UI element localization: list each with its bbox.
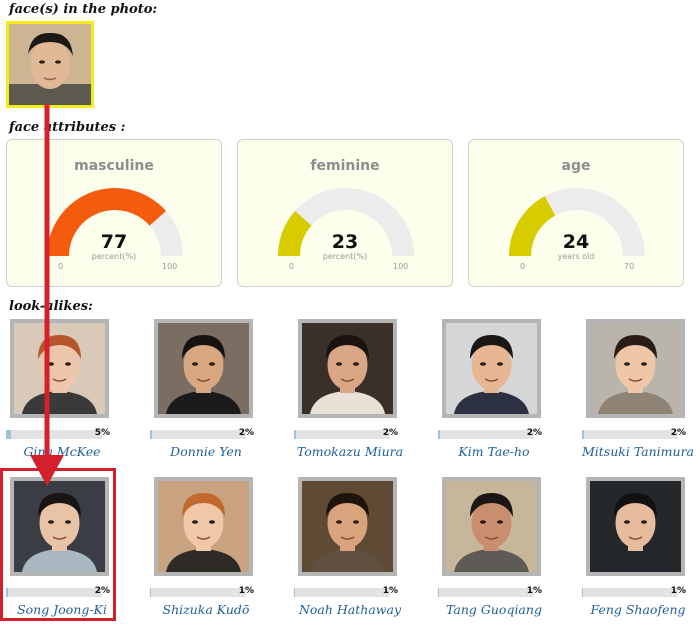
face-photo-icon (158, 323, 249, 414)
similarity-bar-fill (294, 430, 296, 439)
lookalike-card[interactable]: 2% Tomokazu Miura (288, 319, 428, 469)
gauge-unit: years old (557, 252, 595, 261)
lookalike-card[interactable]: 1% Feng Shaofeng (576, 477, 700, 627)
face-photo-icon (302, 323, 393, 414)
faces-in-photo-heading: face(s) in the photo: (9, 2, 158, 17)
lookalike-name-link[interactable]: Gina McKee (0, 444, 132, 459)
face-photo-icon (14, 323, 105, 414)
similarity-bar-fill (294, 588, 296, 597)
similarity-percent: 5% (94, 428, 110, 438)
lookalike-photo[interactable] (442, 319, 541, 418)
face-photo-icon (302, 481, 393, 572)
lookalike-name-link[interactable]: Kim Tae-ho (424, 444, 564, 459)
gauge-max: 70 (624, 262, 635, 271)
lookalike-name-link[interactable]: Tomokazu Miura (280, 444, 420, 459)
gauge-min: 0 (520, 262, 526, 271)
similarity-percent: 2% (526, 428, 542, 438)
lookalike-photo[interactable] (154, 319, 253, 418)
face-attributes-heading: face attributes : (9, 120, 126, 135)
match-highlight-box (0, 468, 116, 621)
face-photo-icon (590, 481, 681, 572)
similarity-percent: 2% (382, 428, 398, 438)
gauge-unit: percent(%) (91, 252, 137, 261)
similarity-bar-fill (438, 430, 440, 439)
look-alikes-heading: look-alikes: (9, 299, 93, 314)
lookalike-card[interactable]: 1% Noah Hathaway (288, 477, 428, 627)
gauge-value: 23 (331, 231, 359, 253)
similarity-percent: 2% (670, 428, 686, 438)
similarity-percent: 1% (382, 586, 398, 596)
similarity-bar-fill (582, 430, 584, 439)
gauge-value: 77 (100, 231, 128, 253)
lookalike-name-link[interactable]: Noah Hathaway (280, 602, 420, 617)
lookalike-photo[interactable] (10, 319, 109, 418)
face-photo-icon (590, 323, 681, 414)
lookalike-card[interactable]: 1% Tang Guoqiang (432, 477, 572, 627)
lookalike-photo[interactable] (154, 477, 253, 576)
gauge-title: age (561, 158, 591, 174)
gauge-feminine: feminine 23 percent(%) 0 100 (237, 139, 453, 287)
face-photo-icon (158, 481, 249, 572)
similarity-bar-fill (150, 588, 152, 597)
lookalike-name-link[interactable]: Mitsuki Tanimura (568, 444, 700, 459)
similarity-percent: 1% (670, 586, 686, 596)
similarity-percent: 1% (526, 586, 542, 596)
lookalike-photo[interactable] (586, 477, 685, 576)
lookalike-photo[interactable] (298, 477, 397, 576)
gauge-masculine: masculine 77 percent(%) 0 100 (6, 139, 222, 287)
gauge-max: 100 (162, 262, 178, 271)
lookalike-card[interactable]: 2% Kim Tae-ho (432, 319, 572, 469)
similarity-percent: 2% (238, 428, 254, 438)
lookalike-photo[interactable] (298, 319, 397, 418)
lookalike-name-link[interactable]: Shizuka Kudō (136, 602, 276, 617)
lookalike-card[interactable]: 5% Gina McKee (0, 319, 140, 469)
gauge-min: 0 (58, 262, 64, 271)
face-photo-icon (446, 323, 537, 414)
lookalike-card[interactable]: 2% Donnie Yen (144, 319, 284, 469)
lookalike-photo[interactable] (586, 319, 685, 418)
face-photo-icon (9, 24, 91, 105)
similarity-percent: 1% (238, 586, 254, 596)
lookalike-card[interactable]: 2% Mitsuki Tanimura (576, 319, 700, 469)
lookalike-photo[interactable] (442, 477, 541, 576)
gauge-title: masculine (74, 158, 154, 174)
similarity-bar-fill (150, 430, 152, 439)
similarity-bar-fill (438, 588, 440, 597)
gauge-value: 24 (562, 231, 590, 253)
lookalike-card[interactable]: 1% Shizuka Kudō (144, 477, 284, 627)
gauge-max: 100 (393, 262, 409, 271)
lookalike-name-link[interactable]: Feng Shaofeng (568, 602, 700, 617)
similarity-bar-fill (6, 430, 11, 439)
gauge-age: age 24 years old 0 70 (468, 139, 684, 287)
face-photo-icon (446, 481, 537, 572)
lookalike-name-link[interactable]: Donnie Yen (136, 444, 276, 459)
similarity-bar-fill (582, 588, 584, 597)
lookalike-name-link[interactable]: Tang Guoqiang (424, 602, 564, 617)
gauge-min: 0 (289, 262, 295, 271)
gauge-unit: percent(%) (322, 252, 368, 261)
gauge-title: feminine (310, 158, 380, 174)
detected-face-thumbnail[interactable] (6, 21, 94, 108)
